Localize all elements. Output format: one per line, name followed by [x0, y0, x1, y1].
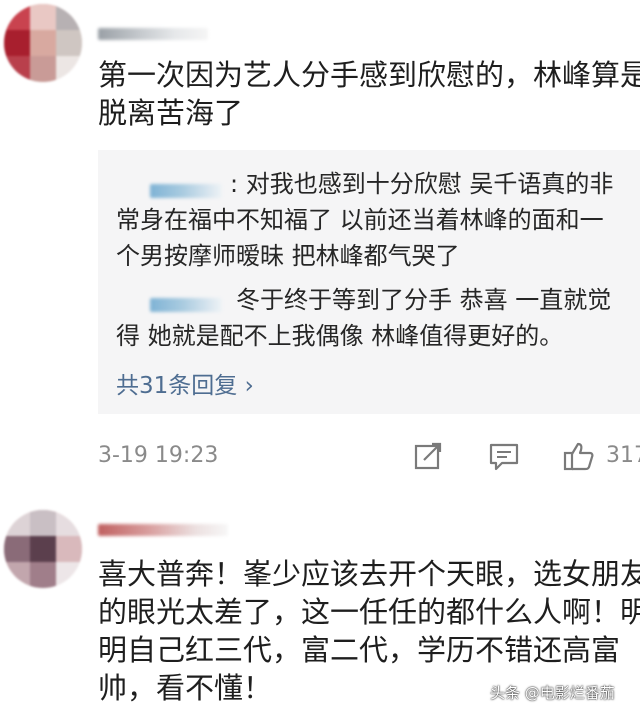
username-blurred[interactable] — [98, 524, 228, 536]
reply-text-line: 个男按摩师暧昧 把林峰都气哭了 — [116, 242, 460, 270]
reply-text-line: : 对我也感到十分欣慰 吴千语真的非 — [230, 170, 614, 198]
comment-text-line: 的眼光太差了，这一任任的都什么人啊！明 — [98, 595, 640, 629]
watermark: 头条 @电影烂番茄 — [490, 684, 615, 702]
comment-timestamp: 3-19 19:23 — [98, 443, 219, 468]
comment-text-line: 帅，看不懂！ — [98, 671, 273, 705]
reply-username-blurred[interactable] — [150, 184, 222, 198]
comment-icon[interactable] — [488, 440, 520, 472]
reply-text-line: 得 她就是配不上我偶像 林峰值得更好的。 — [116, 322, 564, 350]
thumbs-up-icon[interactable] — [562, 440, 596, 472]
comment-text-line: 脱离苦海了 — [98, 96, 244, 130]
avatar[interactable] — [4, 4, 82, 82]
like-count: 317 — [606, 443, 640, 468]
comment-text-line: 喜大普奔！峯少应该去开个天眼，选女朋友 — [98, 557, 640, 591]
more-replies-link[interactable]: 共31条回复 › — [116, 366, 254, 400]
avatar[interactable] — [4, 510, 82, 588]
reply-text-line: 常身在福中不知福了 以前还当着林峰的面和一 — [116, 206, 604, 234]
share-icon[interactable] — [412, 440, 444, 472]
reply-text-line: 冬于终于等到了分手 恭喜 一直就觉 — [236, 286, 612, 314]
comment-text-line: 第一次因为艺人分手感到欣慰的，林峰算是 — [98, 58, 640, 92]
reply-username-blurred[interactable] — [150, 298, 222, 312]
username-blurred[interactable] — [98, 28, 208, 40]
comment-text-line: 明自己红三代，富二代，学历不错还高富 — [98, 633, 621, 667]
